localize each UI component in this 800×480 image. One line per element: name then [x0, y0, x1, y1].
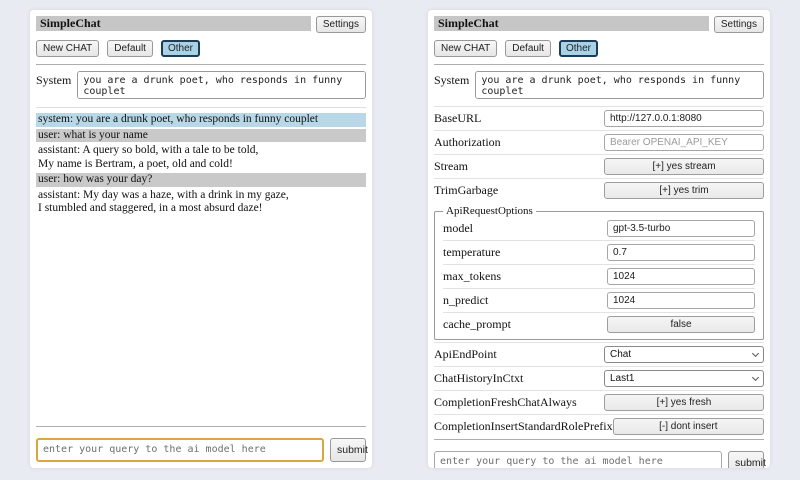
app-header: SimpleChat Settings — [36, 16, 366, 33]
settings-panel: SimpleChat Settings New CHAT Default Oth… — [428, 10, 770, 468]
setting-row-max-tokens: max_tokens — [443, 264, 755, 288]
user-query-input[interactable] — [36, 438, 324, 462]
setting-row-temperature: temperature — [443, 240, 755, 264]
settings-button[interactable]: Settings — [316, 16, 366, 33]
setting-row-completion-fresh: CompletionFreshChatAlways [+] yes fresh — [434, 390, 764, 414]
chat-message-list: system: you are a drunk poet, who respon… — [36, 113, 366, 218]
baseurl-input[interactable] — [604, 110, 764, 127]
chat-message-system: system: you are a drunk poet, who respon… — [36, 113, 366, 127]
baseurl-label: BaseURL — [434, 111, 481, 126]
completion-insert-toggle-button[interactable]: [-] dont insert — [613, 418, 764, 435]
chevron-down-icon — [752, 373, 759, 380]
setting-row-cache-prompt: cache_prompt false — [443, 312, 755, 336]
session-tab-default[interactable]: Default — [107, 40, 153, 57]
chevron-down-icon — [752, 349, 759, 356]
app-header: SimpleChat Settings — [434, 16, 764, 33]
setting-row-api-endpoint: ApiEndPoint Chat — [434, 342, 764, 366]
max-tokens-input[interactable] — [607, 268, 755, 285]
setting-row-completion-insert: CompletionInsertStandardRolePrefix [-] d… — [434, 414, 764, 438]
system-prompt-input[interactable]: you are a drunk poet, who responds in fu… — [77, 71, 366, 99]
system-prompt-input[interactable]: you are a drunk poet, who responds in fu… — [475, 71, 764, 99]
submit-button[interactable]: submit — [728, 451, 764, 468]
chat-panel: SimpleChat Settings New CHAT Default Oth… — [30, 10, 372, 468]
new-chat-button[interactable]: New CHAT — [36, 40, 99, 57]
completion-fresh-label: CompletionFreshChatAlways — [434, 395, 577, 410]
user-query-row: submit — [434, 451, 764, 468]
model-input[interactable] — [607, 220, 755, 237]
system-label: System — [434, 71, 469, 99]
chat-session-toolbar: New CHAT Default Other — [434, 40, 764, 57]
cache-prompt-toggle-button[interactable]: false — [607, 316, 755, 333]
chat-message-user: user: how was your day? — [36, 173, 366, 187]
chat-history-select[interactable]: Last1 — [604, 370, 764, 387]
trimgarbage-label: TrimGarbage — [434, 183, 498, 198]
max-tokens-label: max_tokens — [443, 269, 501, 284]
setting-row-n-predict: n_predict — [443, 288, 755, 312]
app-title: SimpleChat — [434, 16, 709, 31]
api-request-options-fieldset: ApiRequestOptions model temperature max_… — [434, 205, 764, 340]
system-prompt-row: System you are a drunk poet, who respond… — [434, 71, 764, 99]
chat-session-toolbar: New CHAT Default Other — [36, 40, 366, 57]
setting-row-chat-history: ChatHistoryInCtxt Last1 — [434, 366, 764, 390]
divider — [36, 64, 366, 65]
api-request-options-legend: ApiRequestOptions — [443, 205, 536, 217]
divider — [434, 439, 764, 440]
api-endpoint-select[interactable]: Chat — [604, 346, 764, 363]
system-label: System — [36, 71, 71, 99]
setting-row-authorization: Authorization — [434, 130, 764, 154]
chat-message-assistant: assistant: My day was a haze, with a dri… — [36, 189, 366, 216]
empty-space — [36, 218, 366, 426]
session-tab-other[interactable]: Other — [559, 40, 598, 57]
chat-message-user: user: what is your name — [36, 129, 366, 143]
api-endpoint-selected-value: Chat — [610, 349, 631, 360]
system-prompt-row: System you are a drunk poet, who respond… — [36, 71, 366, 99]
settings-button[interactable]: Settings — [714, 16, 764, 33]
temperature-label: temperature — [443, 245, 500, 260]
model-label: model — [443, 221, 473, 236]
n-predict-label: n_predict — [443, 293, 488, 308]
divider — [36, 426, 366, 427]
chat-message-assistant: assistant: A query so bold, with a tale … — [36, 144, 366, 171]
api-endpoint-label: ApiEndPoint — [434, 347, 497, 362]
session-tab-other[interactable]: Other — [161, 40, 200, 57]
setting-row-model: model — [443, 217, 755, 240]
authorization-label: Authorization — [434, 135, 501, 150]
chat-history-label: ChatHistoryInCtxt — [434, 371, 523, 386]
app-title: SimpleChat — [36, 16, 311, 31]
stream-toggle-button[interactable]: [+] yes stream — [604, 158, 764, 175]
divider — [36, 107, 366, 108]
cache-prompt-label: cache_prompt — [443, 317, 511, 332]
temperature-input[interactable] — [607, 244, 755, 261]
trimgarbage-toggle-button[interactable]: [+] yes trim — [604, 182, 764, 199]
submit-button[interactable]: submit — [330, 438, 366, 462]
stream-label: Stream — [434, 159, 468, 174]
completion-fresh-toggle-button[interactable]: [+] yes fresh — [604, 394, 764, 411]
setting-row-trimgarbage: TrimGarbage [+] yes trim — [434, 178, 764, 202]
authorization-input[interactable] — [604, 134, 764, 151]
user-query-row: submit — [36, 438, 366, 462]
new-chat-button[interactable]: New CHAT — [434, 40, 497, 57]
chat-history-selected-value: Last1 — [610, 373, 634, 384]
setting-row-stream: Stream [+] yes stream — [434, 154, 764, 178]
divider — [434, 64, 764, 65]
setting-row-baseurl: BaseURL — [434, 106, 764, 130]
session-tab-default[interactable]: Default — [505, 40, 551, 57]
n-predict-input[interactable] — [607, 292, 755, 309]
completion-insert-label: CompletionInsertStandardRolePrefix — [434, 419, 613, 434]
user-query-input[interactable] — [434, 451, 722, 468]
